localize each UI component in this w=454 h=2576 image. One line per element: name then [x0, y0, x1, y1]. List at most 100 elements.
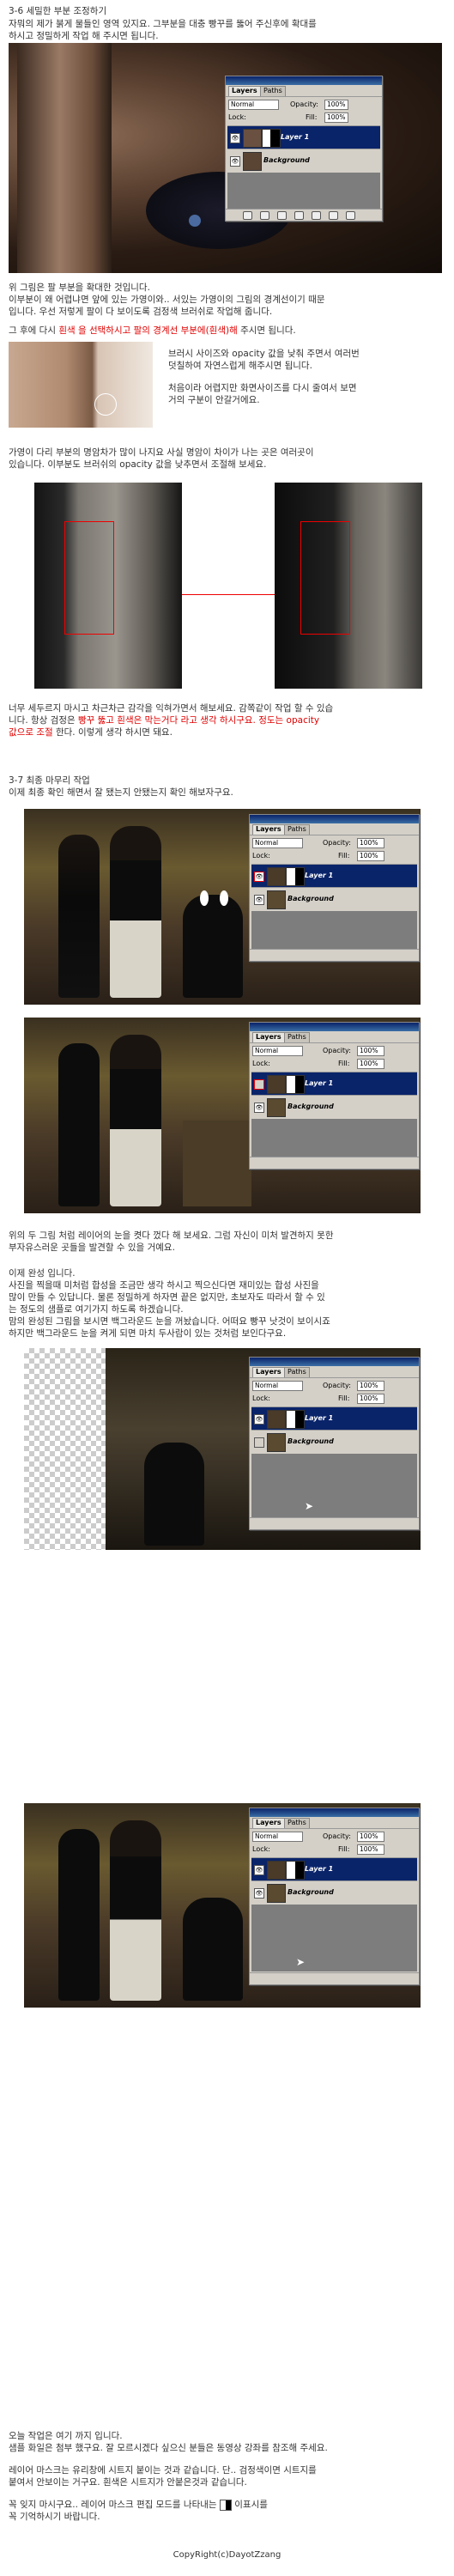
layer-thumbnail [267, 1098, 286, 1117]
link-icon[interactable] [243, 211, 252, 220]
tab-paths[interactable]: Paths [284, 1032, 310, 1042]
tab-paths[interactable]: Paths [260, 86, 286, 96]
lock-label: Lock: [228, 113, 246, 121]
panel-titlebar [250, 1808, 419, 1817]
tab-paths[interactable]: Paths [284, 824, 310, 835]
opacity-input[interactable]: 100% [357, 838, 384, 848]
blend-mode-select[interactable]: Normal [228, 100, 279, 110]
blend-mode-select[interactable]: Normal [252, 838, 303, 848]
section-heading-3-6: 3-6 세밀한 부분 조정하기 [9, 6, 107, 16]
trash-icon[interactable] [346, 211, 355, 220]
fill-input[interactable]: 100% [324, 112, 348, 123]
adjustment-icon[interactable] [294, 211, 304, 220]
opacity-input[interactable]: 100% [357, 1046, 384, 1056]
hidden-eye-icon[interactable] [254, 1437, 264, 1448]
tab-layers[interactable]: Layers [252, 1367, 285, 1377]
layer-name: Background [288, 1888, 334, 1896]
layer-row-layer1[interactable]: 👁 Layer 1 [251, 864, 417, 887]
opacity-label: Opacity: [323, 1832, 351, 1840]
layer-row-background[interactable]: 👁 Background [251, 887, 417, 910]
arm-region [17, 43, 112, 273]
blend-mode-select[interactable]: Normal [252, 1046, 303, 1056]
eye-icon[interactable]: 👁 [254, 1865, 264, 1875]
leg-before-photo [34, 483, 182, 689]
eye-icon[interactable]: 👁 [254, 895, 264, 905]
eye-icon[interactable]: 👁 [254, 872, 264, 882]
layer-row-layer1[interactable]: Layer 1 [251, 1072, 417, 1095]
tab-layers[interactable]: Layers [252, 1818, 285, 1828]
opacity-input[interactable]: 100% [324, 100, 348, 110]
fill-input[interactable]: 100% [357, 1059, 384, 1069]
layer-name: Layer 1 [305, 872, 334, 879]
blend-mode-select[interactable]: Normal [252, 1832, 303, 1842]
highlight-box [300, 521, 350, 635]
text-segment: 꼭 잊지 마시구요.. 레이어 마스크 편집 모드를 나타내는 [9, 2500, 220, 2510]
layer-mask-thumbnail[interactable] [286, 867, 305, 886]
layer-row-background[interactable]: 👁 Background [227, 149, 380, 172]
layer-mask-thumbnail[interactable] [286, 1075, 305, 1094]
tab-layers[interactable]: Layers [252, 824, 285, 835]
opacity-label: Opacity: [290, 100, 318, 108]
opacity-input[interactable]: 100% [357, 1832, 384, 1842]
opacity-label: Opacity: [323, 1047, 351, 1054]
section-heading-3-7: 3-7 최종 마무리 작업 [9, 775, 90, 786]
tab-layers[interactable]: Layers [228, 86, 261, 96]
bunny-ear [220, 890, 228, 906]
layer-name: Background [288, 1103, 334, 1110]
layer-row-layer1[interactable]: 👁 Layer 1 [251, 1857, 417, 1880]
fill-input[interactable]: 100% [357, 1844, 384, 1855]
layers-panel: Layers Paths Normal Opacity: 100% Lock: … [249, 1022, 420, 1170]
fill-input[interactable]: 100% [357, 1394, 384, 1404]
layer-row-background[interactable]: 👁 Background [251, 1095, 417, 1118]
layer-row-layer1[interactable]: 👁 Layer 1 [227, 125, 380, 149]
lock-label: Lock: [252, 852, 270, 860]
layer-mask-thumbnail[interactable] [262, 129, 281, 148]
blend-mode-select[interactable]: Normal [252, 1381, 303, 1391]
layer-row-background[interactable]: Background [251, 1430, 417, 1453]
opacity-input[interactable]: 100% [357, 1381, 384, 1391]
eye-icon[interactable]: 👁 [230, 133, 240, 143]
layers-panel: Layers Paths Normal Opacity: 100% Lock: … [249, 1807, 420, 1985]
fill-label: Fill: [338, 852, 350, 860]
layer-name: Background [288, 1437, 334, 1445]
fx-icon[interactable] [260, 211, 269, 220]
folder-icon[interactable] [312, 211, 321, 220]
lock-label: Lock: [252, 1845, 270, 1853]
hidden-eye-icon[interactable] [254, 1079, 264, 1090]
eye-icon[interactable]: 👁 [254, 1888, 264, 1899]
tab-paths[interactable]: Paths [284, 1367, 310, 1377]
lock-label: Lock: [252, 1394, 270, 1402]
layer-row-layer1[interactable]: 👁 Layer 1 [251, 1406, 417, 1430]
eye-icon[interactable]: 👁 [254, 1414, 264, 1425]
fill-label: Fill: [306, 113, 318, 121]
side-note-view: 처음이라 어렵지만 화면사이즈를 다시 줄여서 보면 거의 구분이 안갈거에요. [168, 383, 357, 405]
layer-thumbnail [243, 129, 262, 148]
layer-row-background[interactable]: 👁 Background [251, 1880, 417, 1904]
tab-paths[interactable]: Paths [284, 1818, 310, 1828]
mask-icon[interactable] [277, 211, 287, 220]
panel-empty-area [251, 1119, 417, 1157]
panel-bottom-bar [250, 949, 419, 961]
opacity-label: Opacity: [323, 1382, 351, 1389]
person-seated [183, 1898, 243, 2001]
person-center [110, 1820, 161, 2001]
bunny-ear [200, 890, 209, 906]
fill-input[interactable]: 100% [357, 851, 384, 861]
tab-layers[interactable]: Layers [252, 1032, 285, 1042]
layer-mask-thumbnail[interactable] [286, 1861, 305, 1880]
layer-thumbnail [267, 1075, 286, 1094]
eye-icon[interactable]: 👁 [230, 156, 240, 167]
layer-mask-thumbnail[interactable] [286, 1410, 305, 1429]
layer-thumbnail [267, 1884, 286, 1903]
person-left [58, 835, 100, 998]
bench [183, 1121, 251, 1206]
layer-name: Layer 1 [305, 1414, 334, 1422]
eye-icon[interactable]: 👁 [254, 1103, 264, 1113]
paragraph-tips: 너무 세두르지 마시고 차근차근 감각을 익혀가면서 해보세요. 감쪽같이 작업… [9, 702, 451, 738]
intro-final: 이제 최종 확인 해면서 잘 됐는지 안됐는지 확인 해보자구요. [9, 787, 233, 798]
new-layer-icon[interactable] [329, 211, 338, 220]
intro-text: 자뭐의 제가 붉게 물들인 영역 있지요. 그부분을 대충 빵꾸를 뚫어 주신후… [9, 19, 317, 41]
text-segment: 주시면 됩니다. [237, 325, 296, 336]
highlight-box [64, 521, 114, 635]
paragraph-mask-analogy: 레이어 마스크는 유리창에 시트지 붙이는 것과 같습니다. 단.. 검정색이면… [9, 2465, 317, 2488]
